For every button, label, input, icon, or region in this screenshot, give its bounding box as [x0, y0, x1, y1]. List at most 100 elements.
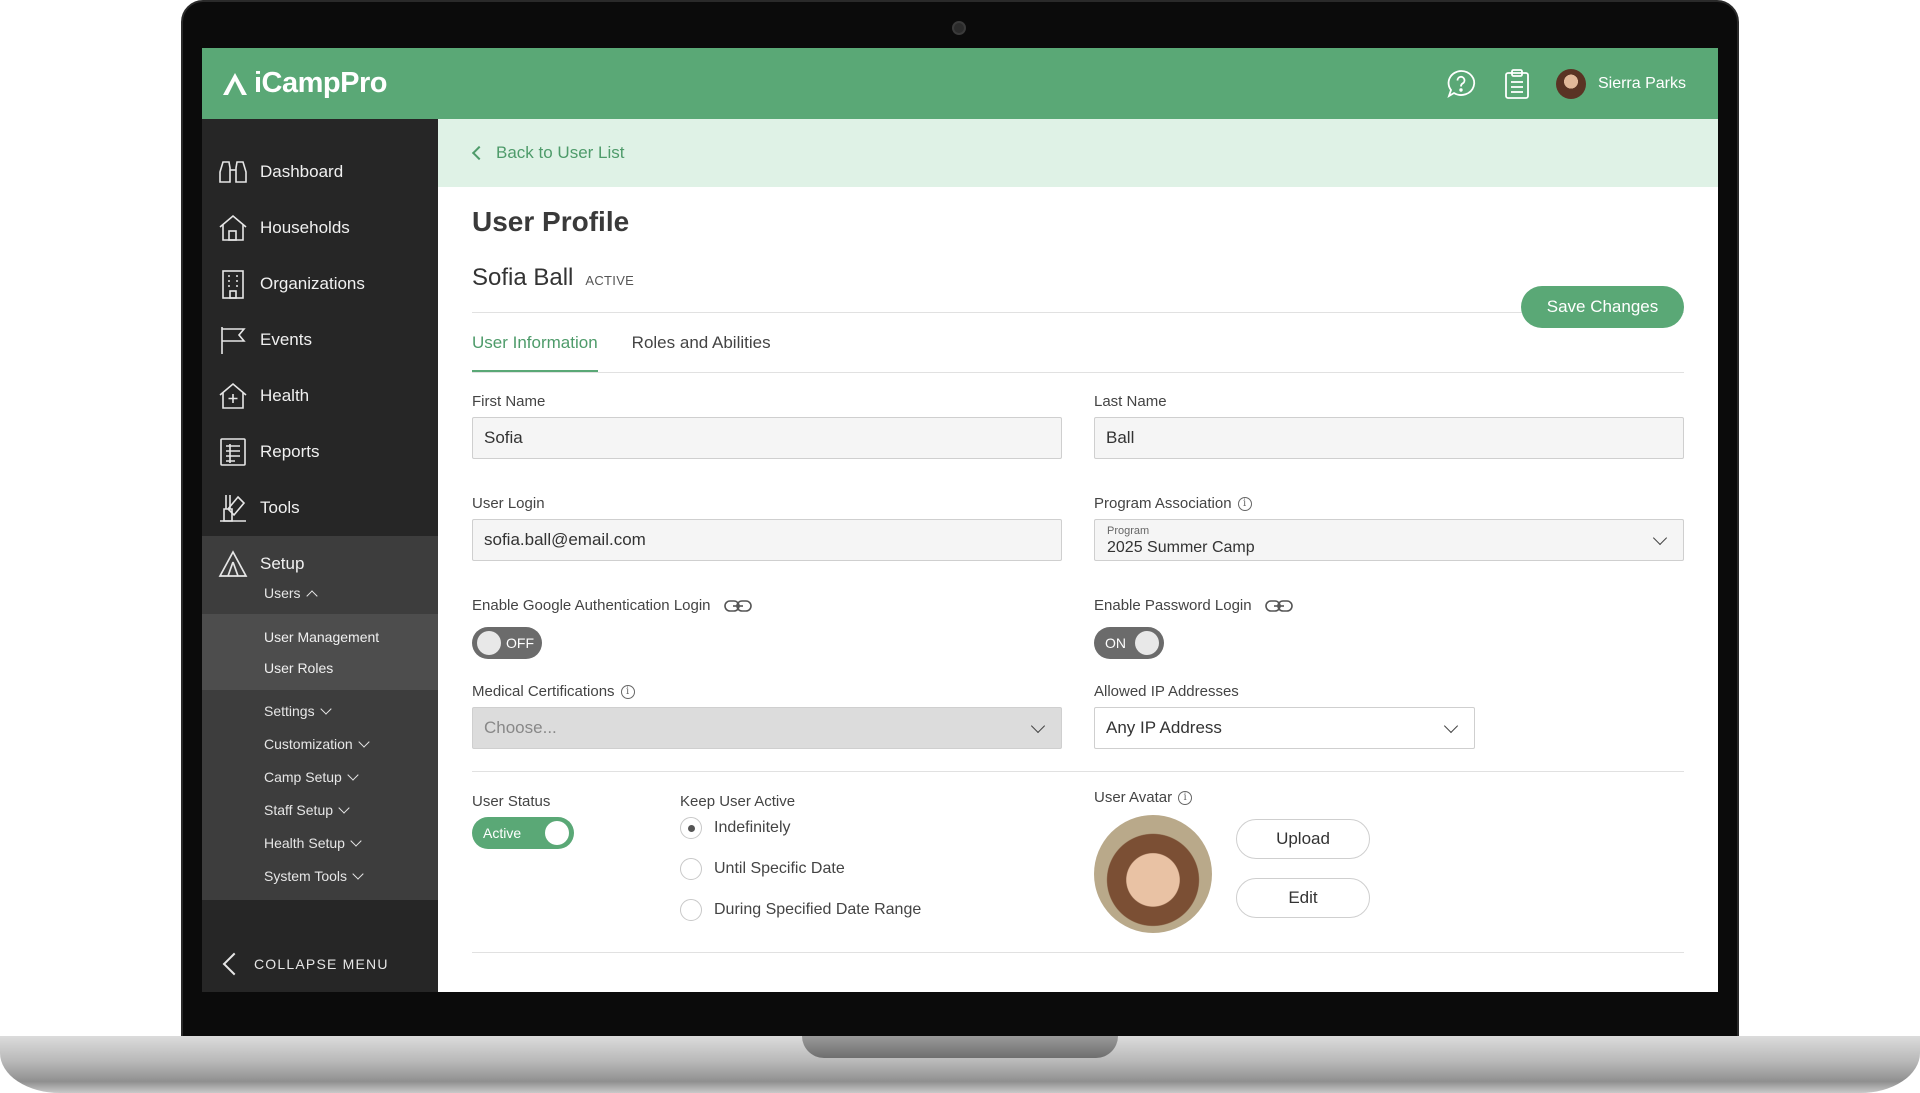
current-user-name[interactable]: Sierra Parks	[1598, 75, 1686, 93]
allowed-ip-value: Any IP Address	[1106, 718, 1222, 737]
allowed-ip-select[interactable]: Any IP Address	[1094, 707, 1475, 749]
profile-content: User Profile Sofia Ball ACTIVE Save Chan…	[438, 206, 1718, 973]
sidebar-group-settings[interactable]: Settings	[202, 694, 438, 727]
flag-icon	[218, 325, 248, 355]
sidebar-item-organizations[interactable]: Organizations	[202, 256, 438, 312]
section-divider	[472, 952, 1684, 953]
tab-user-information[interactable]: User Information	[472, 313, 598, 372]
chevron-up-icon	[305, 589, 318, 602]
sidebar-item-label: Reports	[260, 442, 320, 461]
sidebar-group-system-tools[interactable]: System Tools	[202, 859, 438, 892]
toggle-state: Active	[483, 825, 522, 841]
app-logo[interactable]: iCampPro	[220, 67, 387, 100]
sidebar-item-label: Organizations	[260, 274, 365, 293]
allowed-ip-label: Allowed IP Addresses	[1094, 683, 1239, 700]
chevron-left-icon	[471, 145, 487, 161]
radio-indefinitely[interactable]: Indefinitely	[680, 817, 791, 839]
toggle-state: OFF	[506, 635, 534, 651]
sidebar-group-health-setup[interactable]: Health Setup	[202, 826, 438, 859]
users-submenu: User Management User Roles	[202, 614, 438, 690]
collapse-menu-button[interactable]: COLLAPSE MENU	[202, 935, 438, 992]
sidebar-item-label: Dashboard	[260, 162, 344, 181]
tent-icon	[218, 549, 248, 579]
sidebar-link-user-roles[interactable]: User Roles	[202, 653, 438, 684]
sidebar-group-camp-setup[interactable]: Camp Setup	[202, 760, 438, 793]
users-submenu-toggle[interactable]: Users	[202, 582, 438, 604]
user-status-toggle[interactable]: Active	[472, 817, 574, 849]
chevron-down-icon	[347, 768, 359, 781]
radio-label: Indefinitely	[714, 819, 791, 836]
google-auth-text: Enable Google Authentication Login	[472, 597, 711, 614]
radio-until-specific-date[interactable]: Until Specific Date	[680, 858, 845, 880]
user-avatar[interactable]	[1555, 68, 1586, 99]
group-label: Health Setup	[264, 834, 345, 851]
sidebar-item-health[interactable]: Health	[202, 368, 438, 424]
password-login-toggle[interactable]: ON	[1094, 627, 1164, 659]
radio-date-range[interactable]: During Specified Date Range	[680, 899, 921, 921]
back-to-user-list-link[interactable]: Back to User List	[438, 119, 1718, 187]
google-auth-label: Enable Google Authentication Login	[472, 597, 753, 614]
group-label: System Tools	[264, 867, 347, 884]
user-status-label: User Status	[472, 793, 551, 810]
top-right-controls: Sierra Parks	[1444, 67, 1686, 101]
profile-tabs: User Information Roles and Abilities	[472, 313, 1684, 373]
last-name-field[interactable]: Ball	[1094, 417, 1684, 459]
user-login-field[interactable]: sofia.ball@email.com	[472, 519, 1062, 561]
save-changes-button[interactable]: Save Changes	[1521, 286, 1684, 328]
chevron-down-icon	[319, 702, 332, 715]
tab-roles-and-abilities[interactable]: Roles and Abilities	[632, 313, 771, 372]
program-select[interactable]: Program 2025 Summer Camp	[1094, 519, 1684, 561]
password-login-label: Enable Password Login	[1094, 597, 1294, 614]
toggle-knob	[545, 821, 569, 845]
sidebar-group-staff-setup[interactable]: Staff Setup	[202, 793, 438, 826]
setup-submenu-groups: Settings Customization Camp Setup Staff …	[202, 690, 438, 892]
info-icon[interactable]: i	[1237, 496, 1252, 511]
medical-certifications-select[interactable]: Choose...	[472, 707, 1062, 749]
google-auth-toggle[interactable]: OFF	[472, 627, 542, 659]
help-chat-icon[interactable]	[1444, 67, 1478, 101]
info-icon[interactable]: i	[620, 684, 635, 699]
laptop-notch	[802, 1036, 1118, 1058]
section-divider	[472, 771, 1684, 772]
user-info-form: First Name Sofia Last Name Ball User Log…	[472, 373, 1684, 973]
brand-name: iCampPro	[254, 67, 387, 99]
medical-certifications-label: Medical Certifications i	[472, 683, 635, 700]
sidebar-item-households[interactable]: Households	[202, 200, 438, 256]
clipboard-icon[interactable]	[1500, 67, 1534, 101]
chevron-down-icon	[352, 867, 364, 880]
group-label: Camp Setup	[264, 768, 342, 785]
sidebar-item-tools[interactable]: Tools	[202, 480, 438, 536]
first-name-value: Sofia	[484, 428, 523, 447]
sidebar-item-events[interactable]: Events	[202, 312, 438, 368]
radio-label: During Specified Date Range	[714, 901, 922, 918]
last-name-label: Last Name	[1094, 393, 1167, 410]
group-label: Staff Setup	[264, 801, 334, 818]
back-link-label: Back to User List	[496, 143, 625, 162]
person-header: Sofia Ball ACTIVE	[472, 264, 1684, 292]
radio-unselected	[680, 899, 702, 921]
sidebar-link-user-management[interactable]: User Management	[202, 622, 438, 653]
sidebar-item-label: Events	[260, 330, 312, 349]
sidebar-item-reports[interactable]: Reports	[202, 424, 438, 480]
tools-icon	[218, 493, 248, 523]
upload-avatar-button[interactable]: Upload	[1236, 819, 1370, 859]
link-icon	[1264, 599, 1293, 612]
sidebar-group-customization[interactable]: Customization	[202, 727, 438, 760]
sidebar-item-label: Health	[260, 386, 310, 405]
info-icon[interactable]: i	[1178, 790, 1193, 805]
top-bar: iCampPro Sierra Parks	[202, 48, 1718, 119]
sidebar-item-label: Households	[260, 218, 350, 237]
sidebar-item-label: Tools	[260, 498, 300, 517]
collapse-menu-label: COLLAPSE MENU	[254, 955, 389, 972]
first-name-field[interactable]: Sofia	[472, 417, 1062, 459]
keep-user-active-label: Keep User Active	[680, 793, 796, 810]
group-label: Settings	[264, 702, 315, 719]
camera-icon	[952, 21, 966, 35]
program-value: 2025 Summer Camp	[1107, 539, 1255, 556]
medical-certifications-text: Medical Certifications	[472, 683, 615, 700]
edit-avatar-button[interactable]: Edit	[1236, 878, 1370, 918]
sidebar-item-dashboard[interactable]: Dashboard	[202, 144, 438, 200]
status-badge: ACTIVE	[585, 273, 635, 288]
first-name-label: First Name	[472, 393, 546, 410]
toggle-state: ON	[1105, 635, 1126, 651]
